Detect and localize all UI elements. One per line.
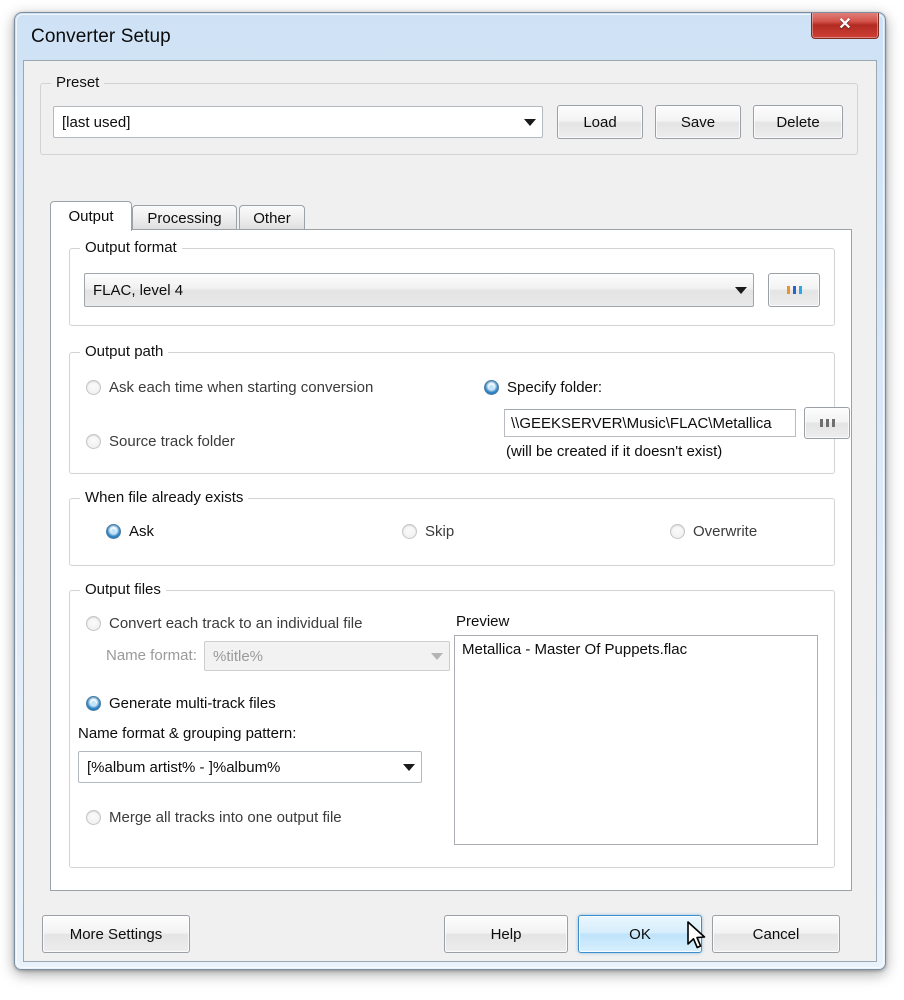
grouping-pattern-label: Name format & grouping pattern:: [78, 725, 297, 742]
output-format-group: Output format FLAC, level 4: [69, 239, 835, 326]
radio-indicator: [86, 380, 101, 395]
radio-generate-multitrack[interactable]: Generate multi-track files: [86, 695, 276, 712]
ok-button[interactable]: OK: [578, 915, 702, 953]
radio-ask-label: Ask: [129, 523, 155, 540]
when-exists-group-title: When file already exists: [80, 489, 249, 506]
tab-other[interactable]: Other: [239, 205, 305, 231]
radio-source-track-folder[interactable]: Source track folder: [86, 433, 235, 450]
radio-indicator: [86, 434, 101, 449]
radio-skip[interactable]: Skip: [402, 523, 454, 540]
output-format-browse-button[interactable]: [768, 273, 820, 307]
output-files-group: Output files Convert each track to an in…: [69, 581, 835, 868]
radio-skip-label: Skip: [425, 523, 455, 540]
title-bar[interactable]: Converter Setup ✕: [15, 13, 885, 63]
help-label: Help: [490, 925, 522, 943]
output-folder-hint: (will be created if it doesn't exist): [506, 443, 723, 460]
output-path-group-title: Output path: [80, 343, 169, 360]
output-folder-value: \\GEEKSERVER\Music\FLAC\Metallica: [511, 414, 772, 432]
radio-indicator: [86, 696, 101, 711]
cancel-button[interactable]: Cancel: [712, 915, 840, 953]
output-format-combo[interactable]: FLAC, level 4: [84, 273, 754, 307]
preset-group: Preset [last used] Load Save Delete: [40, 74, 858, 155]
output-folder-browse-button[interactable]: [804, 407, 850, 439]
radio-convert-individual[interactable]: Convert each track to an individual file: [86, 615, 362, 632]
name-format-value: %title%: [213, 647, 264, 665]
grouping-pattern-value: [%album artist% - ]%album%: [87, 758, 281, 776]
tab-processing-label: Processing: [147, 210, 222, 227]
save-preset-label: Save: [680, 113, 716, 131]
converter-setup-window: Converter Setup ✕ Preset [last used] Loa…: [14, 12, 886, 970]
tab-output[interactable]: Output: [50, 201, 132, 231]
list-item: Metallica - Master Of Puppets.flac: [462, 641, 688, 658]
radio-indicator: [484, 380, 499, 395]
radio-overwrite-label: Overwrite: [693, 523, 758, 540]
radio-merge-all[interactable]: Merge all tracks into one output file: [86, 809, 342, 826]
help-button[interactable]: Help: [444, 915, 568, 953]
radio-ask-each-time-label: Ask each time when starting conversion: [109, 379, 374, 396]
output-path-group: Output path Ask each time when starting …: [69, 343, 850, 474]
radio-indicator: [106, 524, 121, 539]
ok-label: OK: [629, 925, 651, 943]
preview-listbox[interactable]: Metallica - Master Of Puppets.flac: [454, 635, 818, 845]
radio-indicator: [670, 524, 685, 539]
delete-preset-label: Delete: [776, 113, 820, 131]
radio-convert-individual-label: Convert each track to an individual file: [109, 615, 363, 632]
grouping-pattern-combo[interactable]: [%album artist% - ]%album%: [78, 751, 422, 783]
chevron-down-icon: [729, 286, 753, 294]
screen: Converter Setup ✕ Preset [last used] Loa…: [0, 0, 904, 1000]
tab-page-output: Output format FLAC, level 4 Output path …: [50, 229, 852, 891]
radio-merge-all-label: Merge all tracks into one output file: [109, 809, 342, 826]
tab-other-label: Other: [253, 210, 291, 227]
preset-combo[interactable]: [last used]: [53, 106, 543, 138]
tab-strip: Output Processing Other: [50, 201, 852, 231]
load-preset-label: Load: [583, 113, 617, 131]
output-folder-input[interactable]: \\GEEKSERVER\Music\FLAC\Metallica: [504, 409, 796, 437]
preset-group-title: Preset: [51, 74, 105, 91]
tab-output-label: Output: [68, 208, 114, 225]
output-format-group-title: Output format: [80, 239, 182, 256]
name-format-combo: %title%: [204, 641, 450, 671]
radio-ask-each-time[interactable]: Ask each time when starting conversion: [86, 379, 373, 396]
when-exists-group: When file already exists Ask Skip Overwr…: [69, 489, 835, 566]
radio-indicator: [402, 524, 417, 539]
ellipsis-icon: [819, 419, 835, 427]
load-preset-button[interactable]: Load: [557, 105, 643, 139]
preset-combo-value: [last used]: [62, 113, 131, 131]
chevron-down-icon: [397, 763, 421, 771]
close-icon: ✕: [838, 15, 852, 33]
output-format-value: FLAC, level 4: [93, 281, 184, 299]
tab-processing[interactable]: Processing: [132, 205, 237, 231]
radio-specify-folder-label: Specify folder:: [507, 379, 603, 396]
more-settings-label: More Settings: [69, 925, 163, 943]
radio-ask[interactable]: Ask: [106, 523, 154, 540]
chevron-down-icon: [518, 118, 542, 126]
more-settings-button[interactable]: More Settings: [42, 915, 190, 953]
ellipsis-icon: [786, 286, 802, 294]
radio-source-track-folder-label: Source track folder: [109, 433, 235, 450]
radio-generate-multitrack-label: Generate multi-track files: [109, 695, 276, 712]
radio-overwrite[interactable]: Overwrite: [670, 523, 757, 540]
save-preset-button[interactable]: Save: [655, 105, 741, 139]
output-files-group-title: Output files: [80, 581, 166, 598]
close-button[interactable]: ✕: [811, 13, 879, 39]
window-title: Converter Setup: [31, 26, 171, 47]
cancel-label: Cancel: [752, 925, 800, 943]
dialog-client-area: Preset [last used] Load Save Delete Outp…: [23, 60, 877, 962]
name-format-label: Name format:: [106, 647, 197, 664]
radio-indicator: [86, 810, 101, 825]
radio-indicator: [86, 616, 101, 631]
chevron-down-icon: [425, 652, 449, 660]
preview-label: Preview: [456, 613, 510, 630]
radio-specify-folder[interactable]: Specify folder:: [484, 379, 602, 396]
delete-preset-button[interactable]: Delete: [753, 105, 843, 139]
